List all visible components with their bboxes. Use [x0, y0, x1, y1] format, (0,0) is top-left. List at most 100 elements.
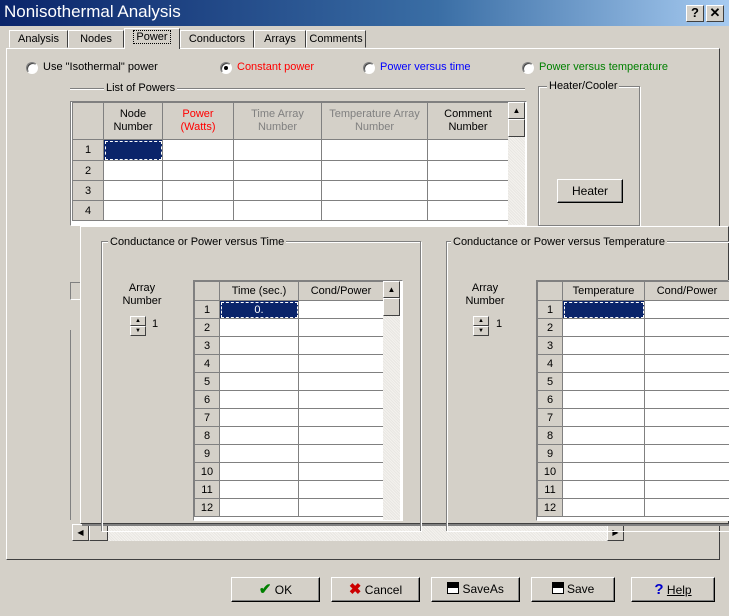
grid-cell[interactable]	[162, 200, 234, 221]
grid-cell[interactable]	[562, 354, 645, 373]
grid-cell[interactable]	[298, 372, 384, 391]
grid-cell[interactable]	[644, 354, 729, 373]
grid-cell[interactable]	[644, 318, 729, 337]
grid-cell[interactable]	[298, 318, 384, 337]
close-button[interactable]: ✕	[706, 5, 724, 22]
grid-cell[interactable]	[103, 160, 163, 181]
grid-cell[interactable]	[644, 408, 729, 427]
grid-cell[interactable]	[219, 462, 299, 481]
grid-cell[interactable]	[219, 372, 299, 391]
grid-cell[interactable]	[298, 390, 384, 409]
col-temp-array[interactable]: Temperature Array Number	[321, 102, 428, 140]
grid-cell[interactable]	[321, 180, 428, 201]
grid-cell[interactable]	[219, 354, 299, 373]
cancel-button[interactable]: ✖ Cancel	[331, 577, 420, 602]
tab-nodes[interactable]: Nodes	[68, 30, 124, 48]
grid-cell[interactable]	[219, 498, 299, 517]
grid-cell[interactable]	[219, 426, 299, 445]
grid-cell[interactable]	[562, 372, 645, 391]
grid-cell[interactable]	[219, 480, 299, 499]
grid-cell-selected[interactable]	[562, 300, 645, 319]
grid-cell[interactable]	[644, 390, 729, 409]
col-time[interactable]: Time (sec.)	[219, 281, 299, 301]
grid-cell[interactable]	[562, 480, 645, 499]
help-title-button[interactable]: ?	[686, 5, 704, 22]
grid-cell[interactable]	[219, 336, 299, 355]
grid-cell[interactable]	[298, 480, 384, 499]
grid-cell[interactable]	[233, 180, 322, 201]
grid-cell[interactable]	[298, 462, 384, 481]
grid-cell[interactable]	[233, 139, 322, 161]
grid-cell[interactable]	[562, 498, 645, 517]
grid-cell[interactable]	[427, 139, 509, 161]
grid-cell[interactable]	[644, 498, 729, 517]
grid-cell[interactable]	[427, 160, 509, 181]
grid-cell[interactable]	[427, 180, 509, 201]
grid-cell[interactable]	[219, 408, 299, 427]
grid-cell[interactable]	[562, 318, 645, 337]
grid-cell[interactable]	[562, 408, 645, 427]
tab-conductors[interactable]: Conductors	[180, 30, 254, 48]
grid-cell[interactable]	[298, 498, 384, 517]
grid-cell[interactable]	[562, 390, 645, 409]
grid-cell-selected[interactable]	[103, 139, 163, 161]
grid-cell[interactable]	[233, 200, 322, 221]
grid-cell[interactable]	[219, 390, 299, 409]
grid-cell[interactable]	[298, 426, 384, 445]
ok-button[interactable]: ✔ OK	[231, 577, 320, 602]
grid-cell[interactable]	[321, 200, 428, 221]
grid-cell[interactable]	[233, 160, 322, 181]
grid-cell[interactable]	[321, 139, 428, 161]
radio-vs-time[interactable]	[363, 62, 375, 74]
grid-cell[interactable]	[162, 139, 234, 161]
grid-cell[interactable]	[644, 300, 729, 319]
time-grid-scrollbar[interactable]	[383, 281, 400, 520]
grid-cell[interactable]	[219, 444, 299, 463]
grid-cell[interactable]	[562, 426, 645, 445]
col-time-array[interactable]: Time Array Number	[233, 102, 322, 140]
grid-cell[interactable]	[644, 372, 729, 391]
tab-analysis[interactable]: Analysis	[9, 30, 68, 48]
help-button[interactable]: ? Help	[631, 577, 715, 602]
radio-vs-temp[interactable]	[522, 62, 534, 74]
scroll-thumb[interactable]	[383, 298, 400, 316]
grid-cell[interactable]	[644, 426, 729, 445]
col-node-number[interactable]: Node Number	[103, 102, 163, 140]
grid-cell[interactable]	[298, 444, 384, 463]
grid-cell-selected[interactable]: 0.	[219, 300, 299, 319]
grid-cell[interactable]	[103, 180, 163, 201]
grid-cell[interactable]	[162, 160, 234, 181]
grid-cell[interactable]	[427, 200, 509, 221]
grid-cell[interactable]	[644, 462, 729, 481]
grid-cell[interactable]	[562, 462, 645, 481]
scroll-left-icon[interactable]: ◀	[72, 524, 89, 541]
heater-button[interactable]: Heater	[557, 179, 623, 203]
grid-cell[interactable]	[562, 444, 645, 463]
spin-down-icon[interactable]: ▼	[473, 326, 489, 336]
grid-cell[interactable]	[298, 336, 384, 355]
grid-cell[interactable]	[644, 480, 729, 499]
grid-cell[interactable]	[644, 444, 729, 463]
save-button[interactable]: Save	[531, 577, 615, 602]
tab-comments[interactable]: Comments	[306, 30, 366, 48]
spin-up-icon[interactable]: ▲	[130, 316, 146, 326]
col-power[interactable]: Power (Watts)	[162, 102, 234, 140]
spin-up-icon[interactable]: ▲	[473, 316, 489, 326]
grid-cell[interactable]	[298, 300, 384, 319]
radio-isothermal[interactable]	[26, 62, 38, 74]
col-cond-power[interactable]: Cond/Power	[644, 281, 729, 301]
spin-down-icon[interactable]: ▼	[130, 326, 146, 336]
scroll-up-icon[interactable]: ▲	[383, 281, 400, 298]
tab-arrays[interactable]: Arrays	[254, 30, 306, 48]
grid-cell[interactable]	[298, 354, 384, 373]
grid-cell[interactable]	[644, 336, 729, 355]
grid-cell[interactable]	[321, 160, 428, 181]
grid-cell[interactable]	[562, 336, 645, 355]
grid-cell[interactable]	[219, 318, 299, 337]
grid-cell[interactable]	[298, 408, 384, 427]
radio-constant[interactable]	[220, 62, 232, 74]
grid-cell[interactable]	[103, 200, 163, 221]
scroll-up-icon[interactable]: ▲	[508, 102, 525, 119]
col-comment[interactable]: Comment Number	[427, 102, 509, 140]
tab-power[interactable]: Power	[124, 28, 180, 49]
